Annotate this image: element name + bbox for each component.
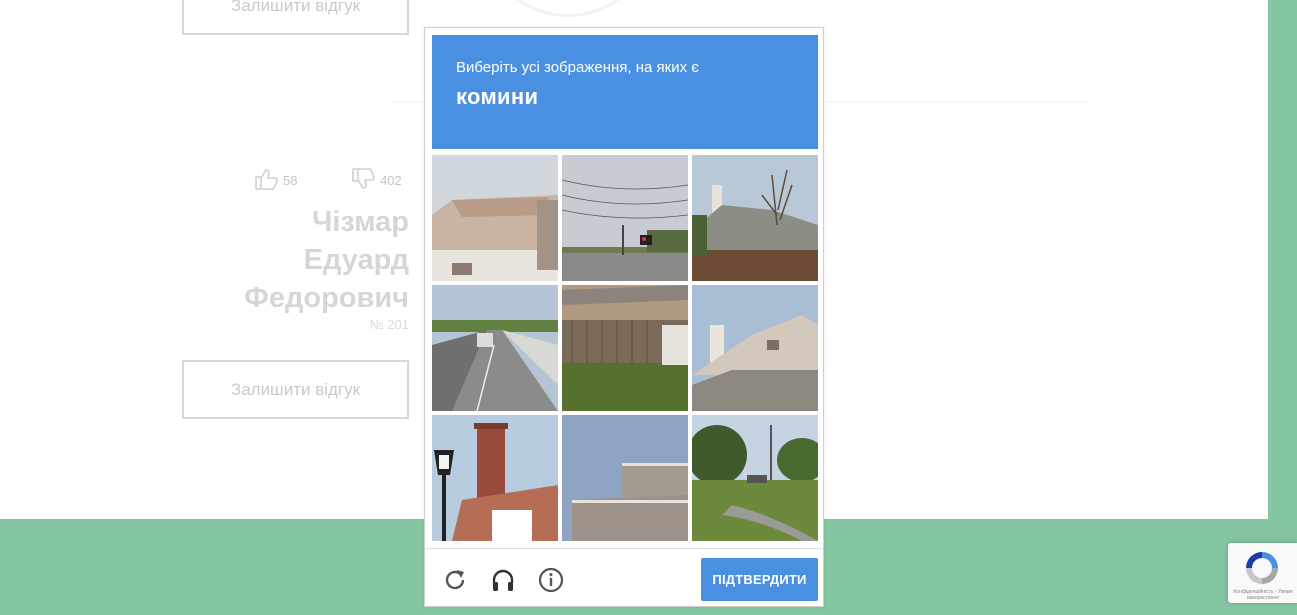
name-line: Чізмар [311,206,409,238]
reload-icon[interactable] [441,566,469,594]
captcha-tile[interactable] [432,155,558,281]
captcha-tile[interactable] [692,155,818,281]
recaptcha-logo-icon [1242,548,1282,588]
captcha-tile[interactable] [562,285,688,411]
captcha-instruction: Виберіть усі зображення, на яких є [456,59,699,76]
green-side-band [1268,0,1297,519]
captcha-footer-divider [425,548,823,549]
name-line: Едуард [303,244,409,276]
recaptcha-badge-text[interactable]: Конфіденційність - Умови використання [1231,589,1295,601]
thumbs-down-icon [350,166,376,195]
info-icon[interactable] [537,566,565,594]
person-name: Чізмар Едуард Федорович [190,203,409,317]
leave-review-button[interactable]: Залишити відгук [182,360,409,419]
headphones-icon[interactable] [489,566,517,594]
captcha-tile[interactable] [432,415,558,541]
leave-review-button[interactable]: Залишити відгук [182,0,409,35]
captcha-tile[interactable] [432,285,558,411]
captcha-tile[interactable] [562,415,688,541]
thumbs-up-icon [253,166,279,195]
like-count: 58 [283,173,298,188]
captcha-keyword: комини [456,84,539,109]
captcha-header: Виберіть усі зображення, на яких є комин… [432,35,818,149]
person-number: № 201 [369,317,409,332]
name-line: Федорович [244,282,409,314]
captcha-tile[interactable] [692,285,818,411]
verify-button[interactable]: ПІДТВЕРДИТИ [701,558,818,601]
recaptcha-badge[interactable]: Конфіденційність - Умови використання [1228,543,1297,603]
captcha-tile[interactable] [562,155,688,281]
captcha-image-grid [432,155,818,541]
captcha-dialog: Виберіть усі зображення, на яких є комин… [424,27,824,607]
dislike-vote[interactable]: 402 [350,166,402,195]
dislike-count: 402 [380,173,402,188]
captcha-tile[interactable] [692,415,818,541]
background-avatar-circle [490,0,646,17]
like-vote[interactable]: 58 [253,166,297,195]
